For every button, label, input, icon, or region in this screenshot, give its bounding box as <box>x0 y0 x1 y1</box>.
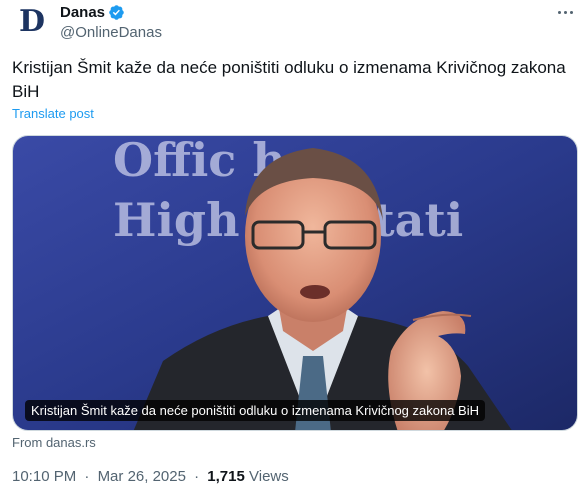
more-dot <box>557 10 561 14</box>
post-meta: 10:10 PM · Mar 26, 2025 · 1,715 Views <box>12 468 289 485</box>
verified-badge-icon[interactable] <box>108 4 125 21</box>
name-row: Danas <box>60 2 162 22</box>
account-names: Danas @OnlineDanas <box>60 2 162 42</box>
more-options-icon[interactable] <box>552 2 578 22</box>
display-name[interactable]: Danas <box>60 4 105 21</box>
avatar[interactable]: D <box>12 2 52 42</box>
meta-separator: · <box>194 468 200 485</box>
views-label: Views <box>249 468 289 485</box>
meta-separator: · <box>84 468 90 485</box>
post-date[interactable]: Mar 26, 2025 <box>98 468 186 485</box>
more-dot <box>563 10 567 14</box>
link-card[interactable]: Offic he High esentati Kristijan Šmit ka… <box>12 135 578 431</box>
avatar-logo-letter: D <box>18 4 45 39</box>
translate-post-link[interactable]: Translate post <box>12 106 94 121</box>
post-time[interactable]: 10:10 PM <box>12 468 76 485</box>
post-text: Kristijan Šmit kaže da neće poništiti od… <box>12 58 566 101</box>
post-header: D Danas @OnlineDanas <box>12 2 578 46</box>
views-count: 1,715 <box>207 468 245 485</box>
link-card-title: Kristijan Šmit kaže da neće poništiti od… <box>25 400 485 421</box>
account-handle[interactable]: @OnlineDanas <box>60 24 162 41</box>
more-dot <box>569 10 573 14</box>
article-photo: Offic he High esentati <box>13 136 577 430</box>
link-source[interactable]: From danas.rs <box>12 435 96 450</box>
